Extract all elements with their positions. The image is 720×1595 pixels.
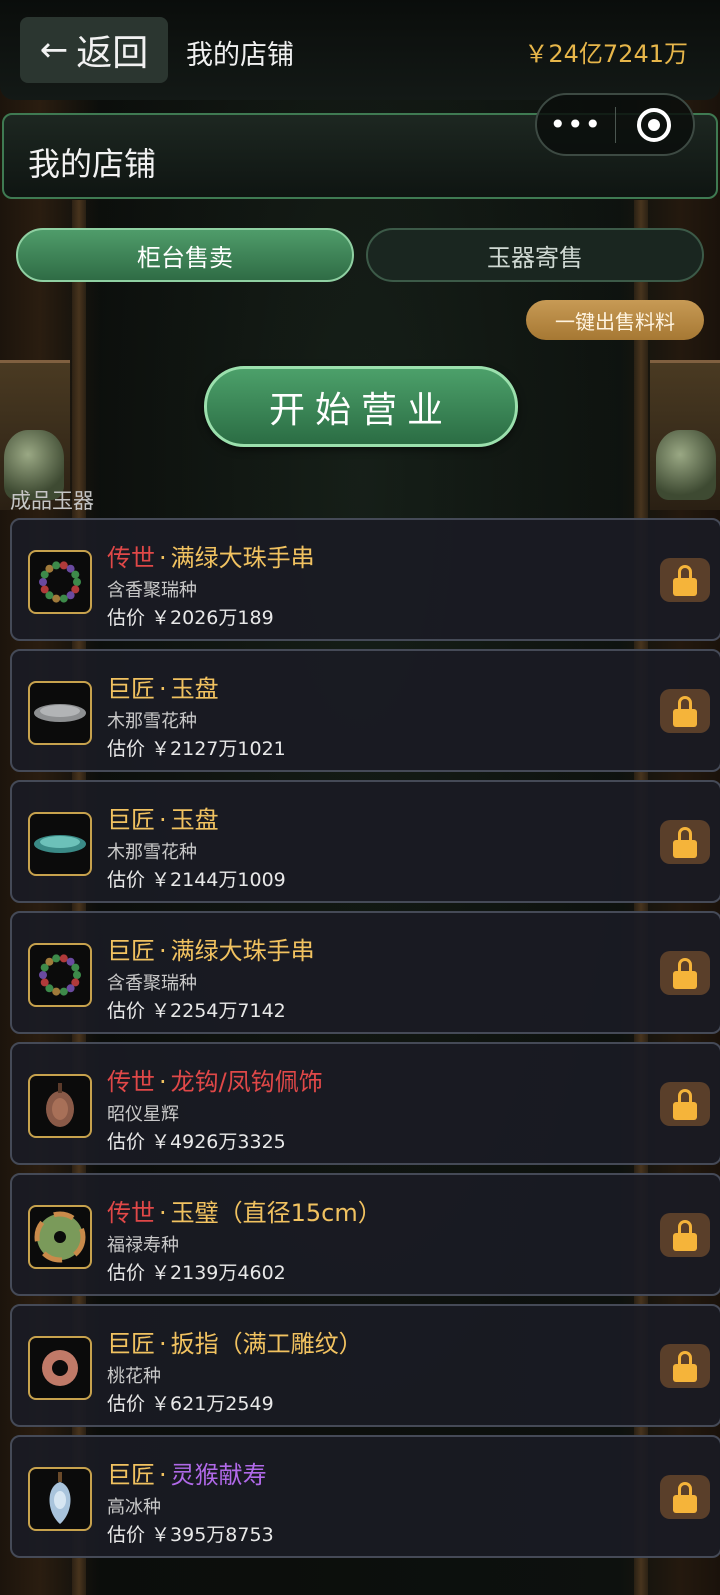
jade-thumbnail xyxy=(28,1467,92,1531)
item-variety: 福禄寿种 xyxy=(107,1235,179,1256)
item-price: 估价 ￥2144万1009 xyxy=(107,869,286,891)
lock-icon[interactable] xyxy=(660,1213,710,1257)
item-quality: 巨匠 xyxy=(107,937,155,965)
item-price: 估价 ￥2254万7142 xyxy=(107,1000,286,1022)
item-variety: 桃花种 xyxy=(107,1366,161,1387)
separator-dot: · xyxy=(159,806,167,834)
jade-item-row[interactable]: 传世 · 玉璧（直径15cm） 福禄寿种估价 ￥2139万4602 xyxy=(10,1173,720,1296)
item-title: 传世 · 满绿大珠手串 xyxy=(107,538,315,573)
separator-dot: · xyxy=(159,1199,167,1227)
jade-item-row[interactable]: 巨匠 · 灵猴献寿 高冰种 估价 ￥395万8753 xyxy=(10,1435,720,1558)
item-price: 估价 ￥2127万1021 xyxy=(107,738,286,760)
item-variety: 高冰种 xyxy=(107,1497,161,1518)
jade-item-row[interactable]: 巨匠 · 扳指（满工雕纹） 桃花种估价 ￥621万2549 xyxy=(10,1304,720,1427)
lock-icon[interactable] xyxy=(660,1344,710,1388)
jade-item-row[interactable]: 巨匠 · 玉盘木那雪花种估价 ￥2127万1021 xyxy=(10,649,720,772)
item-name: 玉璧（直径15cm） xyxy=(170,1199,382,1227)
item-variety: 木那雪花种 xyxy=(107,842,197,863)
jade-item-row[interactable]: 巨匠 · 玉盘木那雪花种估价 ￥2144万1009 xyxy=(10,780,720,903)
item-title: 传世 · 玉璧（直径15cm） xyxy=(107,1193,382,1228)
jade-item-row[interactable]: 巨匠 · 满绿大珠手串含香聚瑞种估价 ￥2254万7142 xyxy=(10,911,720,1034)
item-title: 巨匠 · 灵猴献寿 xyxy=(107,1455,267,1490)
jade-thumbnail xyxy=(28,1336,92,1400)
back-label: 返回 xyxy=(76,33,149,74)
separator-dot: · xyxy=(159,675,167,703)
section-label-finished-jade: 成品玉器 xyxy=(10,489,94,513)
target-icon[interactable] xyxy=(616,107,694,142)
lock-icon[interactable] xyxy=(660,689,710,733)
jade-thumbnail xyxy=(28,943,92,1007)
jade-thumbnail xyxy=(28,550,92,614)
jade-thumbnail xyxy=(28,812,92,876)
item-variety: 含香聚瑞种 xyxy=(107,973,197,994)
page-title: 我的店铺 xyxy=(186,40,294,71)
jade-thumbnail xyxy=(28,1074,92,1138)
item-title: 巨匠 · 玉盘 xyxy=(107,669,219,704)
item-quality: 巨匠 xyxy=(107,1330,155,1358)
item-quality: 传世 xyxy=(107,1199,155,1227)
jade-item-list: 传世 · 满绿大珠手串 含香聚瑞种 估价 ￥2026万189 巨匠 · 玉盘 木那雪花种 估价 ￥… xyxy=(10,518,720,1566)
item-price: 估价 ￥2139万4602 xyxy=(107,1262,286,1284)
separator-dot: · xyxy=(159,544,167,572)
quick-sell-materials-button[interactable]: 一键出售料料 xyxy=(526,300,704,340)
lock-icon[interactable] xyxy=(660,951,710,995)
jade-item-row[interactable]: 传世 · 龙钩/凤钩佩饰昭仪星辉估价 ￥4926万3325 xyxy=(10,1042,720,1165)
tab-jade-consignment[interactable]: 玉器寄售 xyxy=(366,228,704,282)
item-quality: 传世 xyxy=(107,1068,155,1096)
lock-icon[interactable] xyxy=(660,558,710,602)
start-business-button[interactable]: 开始营业 xyxy=(204,366,518,447)
item-title: 巨匠 · 玉盘 xyxy=(107,800,219,835)
separator-dot: · xyxy=(159,937,167,965)
separator-dot: · xyxy=(159,1461,167,1489)
item-name: 灵猴献寿 xyxy=(170,1461,267,1489)
money-balance: ￥24亿7241万 xyxy=(524,40,688,68)
item-quality: 巨匠 xyxy=(107,675,155,703)
item-title: 传世 · 龙钩/凤钩佩饰 xyxy=(107,1062,323,1097)
item-quality: 巨匠 xyxy=(107,1461,155,1489)
miniprogram-capsule: ••• xyxy=(535,93,695,156)
top-bar: ← 返回 我的店铺 ￥24亿7241万 xyxy=(0,0,720,100)
jade-item-row[interactable]: 传世 · 满绿大珠手串含香聚瑞种估价 ￥2026万189 xyxy=(10,518,720,641)
separator-dot: · xyxy=(159,1330,167,1358)
item-price: 估价 ￥2026万189 xyxy=(107,607,274,629)
item-title: 巨匠 · 满绿大珠手串 xyxy=(107,931,315,966)
item-price: 估价 ￥621万2549 xyxy=(107,1393,274,1415)
item-name: 满绿大珠手串 xyxy=(170,544,315,572)
lock-icon[interactable] xyxy=(660,1475,710,1519)
shop-header-title: 我的店铺 xyxy=(28,145,157,183)
tab-counter-sale[interactable]: 柜台售卖 xyxy=(16,228,354,282)
lock-icon[interactable] xyxy=(660,1082,710,1126)
item-price: 估价 ￥395万8753 xyxy=(107,1524,274,1546)
item-variety: 昭仪星辉 xyxy=(107,1104,179,1125)
item-name: 玉盘 xyxy=(170,675,219,703)
item-quality: 传世 xyxy=(107,544,155,572)
more-dots-icon[interactable]: ••• xyxy=(537,108,615,141)
item-name: 龙钩/凤钩佩饰 xyxy=(170,1068,323,1096)
back-button[interactable]: ← 返回 xyxy=(20,17,168,83)
item-variety: 木那雪花种 xyxy=(107,711,197,732)
item-quality: 巨匠 xyxy=(107,806,155,834)
item-variety: 含香聚瑞种 xyxy=(107,580,197,601)
item-name: 扳指（满工雕纹） xyxy=(170,1330,363,1358)
separator-dot: · xyxy=(159,1068,167,1096)
jade-thumbnail xyxy=(28,681,92,745)
jade-statue-right xyxy=(656,430,716,500)
back-arrow-icon: ← xyxy=(39,30,69,70)
jade-thumbnail xyxy=(28,1205,92,1269)
item-price: 估价 ￥4926万3325 xyxy=(107,1131,286,1153)
item-name: 玉盘 xyxy=(170,806,219,834)
item-title: 巨匠 · 扳指（满工雕纹） xyxy=(107,1324,363,1359)
item-name: 满绿大珠手串 xyxy=(170,937,315,965)
lock-icon[interactable] xyxy=(660,820,710,864)
